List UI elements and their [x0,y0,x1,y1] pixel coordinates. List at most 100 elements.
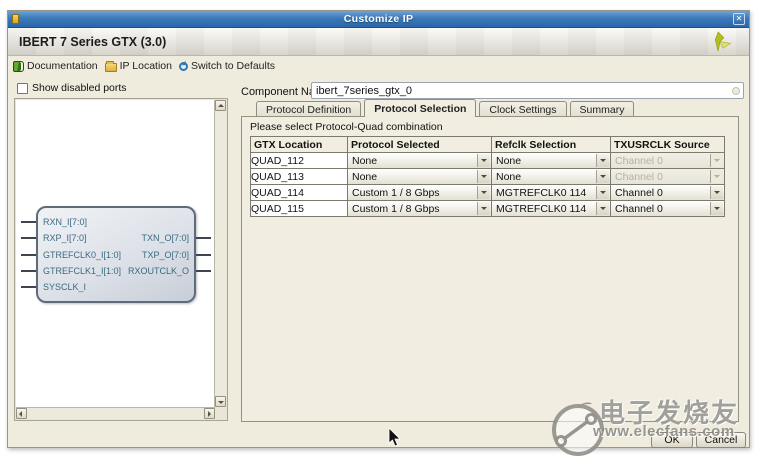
tab-bar: Protocol Definition Protocol Selection C… [256,100,637,117]
arrow-left-icon [19,411,22,417]
col-header-txusrclk-source: TXUSRCLK Source [611,137,725,153]
refresh-icon [179,62,188,71]
gtx-location-cell: QUAD_112 [251,153,348,169]
chevron-down-icon [477,170,490,183]
xilinx-logo-icon [709,31,733,54]
tab-protocol-definition[interactable]: Protocol Definition [256,101,361,117]
port-label: SYSCLK_I [43,282,86,292]
close-icon[interactable]: ✕ [733,13,745,25]
chevron-down-icon [710,154,723,167]
dialog-header: IBERT 7 Series GTX (3.0) [8,28,749,56]
dropdown-value: Channel 0 [615,171,663,183]
scroll-left-button[interactable] [16,408,27,419]
scroll-down-button[interactable] [215,396,226,407]
protocol-selected-dropdown[interactable]: None [348,169,491,184]
chevron-down-icon [477,186,490,199]
tab-protocol-selection[interactable]: Protocol Selection [364,99,476,117]
switch-to-defaults-button[interactable]: Switch to Defaults [179,60,275,72]
dropdown-value: Channel 0 [615,203,663,215]
horizontal-scrollbar[interactable] [16,407,215,419]
show-disabled-ports-row: Show disabled ports [17,82,127,94]
dropdown-value: None [496,155,521,167]
protocol-selection-panel: Please select Protocol-Quad combination … [241,116,739,422]
port-label: GTREFCLK0_I[1:0] [43,250,121,260]
documentation-book-icon [13,61,24,72]
folder-icon [105,63,117,72]
ip-block-symbol: RXN_I[7:0] RXP_I[7:0] TXN_O[7:0] GTREFCL… [36,206,196,303]
dropdown-value: MGTREFCLK0 114 [496,203,586,215]
table-header-row: GTX Location Protocol Selected Refclk Se… [251,137,725,153]
protocol-quad-table: GTX Location Protocol Selected Refclk Se… [250,136,725,217]
dropdown-value: None [352,155,377,167]
dropdown-value: Custom 1 / 8 Gbps [352,187,440,199]
protocol-selected-dropdown[interactable]: Custom 1 / 8 Gbps [348,185,491,200]
ip-location-button[interactable]: IP Location [105,60,172,72]
customize-ip-dialog: Customize IP ✕ IBERT 7 Series GTX (3.0) … [7,10,750,448]
refclk-selection-dropdown[interactable]: MGTREFCLK0 114 [492,185,610,200]
toolbar: Documentation IP Location Switch to Defa… [8,56,749,76]
cancel-button[interactable]: Cancel [696,432,746,448]
port-row: RXN_I[7:0] [38,216,194,228]
window-icon [12,14,19,24]
gtx-location-cell: QUAD_115 [251,201,348,217]
txusrclk-source-dropdown: Channel 0 [611,153,724,168]
port-label: RXN_I[7:0] [43,217,87,227]
port-label: TXN_O[7:0] [141,233,189,243]
chevron-down-icon [710,202,723,215]
component-name-input[interactable] [311,82,744,99]
dropdown-value: None [496,171,521,183]
switch-to-defaults-label: Switch to Defaults [191,60,275,72]
chevron-down-icon [596,170,609,183]
dropdown-value: MGTREFCLK0 114 [496,187,586,199]
show-disabled-ports-label: Show disabled ports [32,82,127,94]
arrow-right-icon [208,411,211,417]
dropdown-value: Custom 1 / 8 Gbps [352,203,440,215]
port-label: RXOUTCLK_O [128,266,189,276]
port-row: SYSCLK_I [38,281,194,293]
ok-button[interactable]: OK [651,432,693,448]
scroll-right-button[interactable] [204,408,215,419]
ip-location-label: IP Location [120,60,172,72]
txusrclk-source-dropdown[interactable]: Channel 0 [611,201,724,216]
instruction-text: Please select Protocol-Quad combination [250,121,443,133]
port-label: GTREFCLK1_I[1:0] [43,266,121,276]
chevron-down-icon [596,154,609,167]
title-bar[interactable]: Customize IP ✕ [8,11,749,28]
protocol-selected-dropdown[interactable]: Custom 1 / 8 Gbps [348,201,491,216]
table-row: QUAD_112 None None Channel 0 [251,153,725,169]
refclk-selection-dropdown[interactable]: None [492,169,610,184]
dropdown-value: Channel 0 [615,155,663,167]
documentation-button[interactable]: Documentation [13,60,98,72]
chevron-down-icon [710,170,723,183]
port-row: RXP_I[7:0] TXN_O[7:0] [38,232,194,244]
tab-summary[interactable]: Summary [570,101,635,117]
port-row: GTREFCLK1_I[1:0] RXOUTCLK_O [38,265,194,277]
ip-title: IBERT 7 Series GTX (3.0) [19,35,166,49]
col-header-protocol-selected: Protocol Selected [348,137,492,153]
port-label: RXP_I[7:0] [43,233,87,243]
table-row: QUAD_115 Custom 1 / 8 Gbps MGTREFCLK0 11… [251,201,725,217]
table-row: QUAD_113 None None Channel 0 [251,169,725,185]
gtx-location-cell: QUAD_113 [251,169,348,185]
chevron-down-icon [477,202,490,215]
txusrclk-source-dropdown[interactable]: Channel 0 [611,185,724,200]
window-title: Customize IP [8,13,749,25]
refclk-selection-dropdown[interactable]: None [492,153,610,168]
table-row: QUAD_114 Custom 1 / 8 Gbps MGTREFCLK0 11… [251,185,725,201]
dropdown-value: None [352,171,377,183]
chevron-down-icon [477,154,490,167]
col-header-refclk-selection: Refclk Selection [492,137,611,153]
dropdown-value: Channel 0 [615,187,663,199]
chevron-down-icon [710,186,723,199]
protocol-selected-dropdown[interactable]: None [348,153,491,168]
documentation-label: Documentation [27,60,98,72]
tab-clock-settings[interactable]: Clock Settings [479,101,566,117]
scroll-up-button[interactable] [215,100,226,111]
gtx-location-cell: QUAD_114 [251,185,348,201]
port-row: GTREFCLK0_I[1:0] TXP_O[7:0] [38,249,194,261]
vertical-scrollbar[interactable] [214,100,226,407]
chevron-down-icon [596,202,609,215]
refclk-selection-dropdown[interactable]: MGTREFCLK0 114 [492,201,610,216]
show-disabled-ports-checkbox[interactable] [17,83,28,94]
port-label: TXP_O[7:0] [142,250,189,260]
